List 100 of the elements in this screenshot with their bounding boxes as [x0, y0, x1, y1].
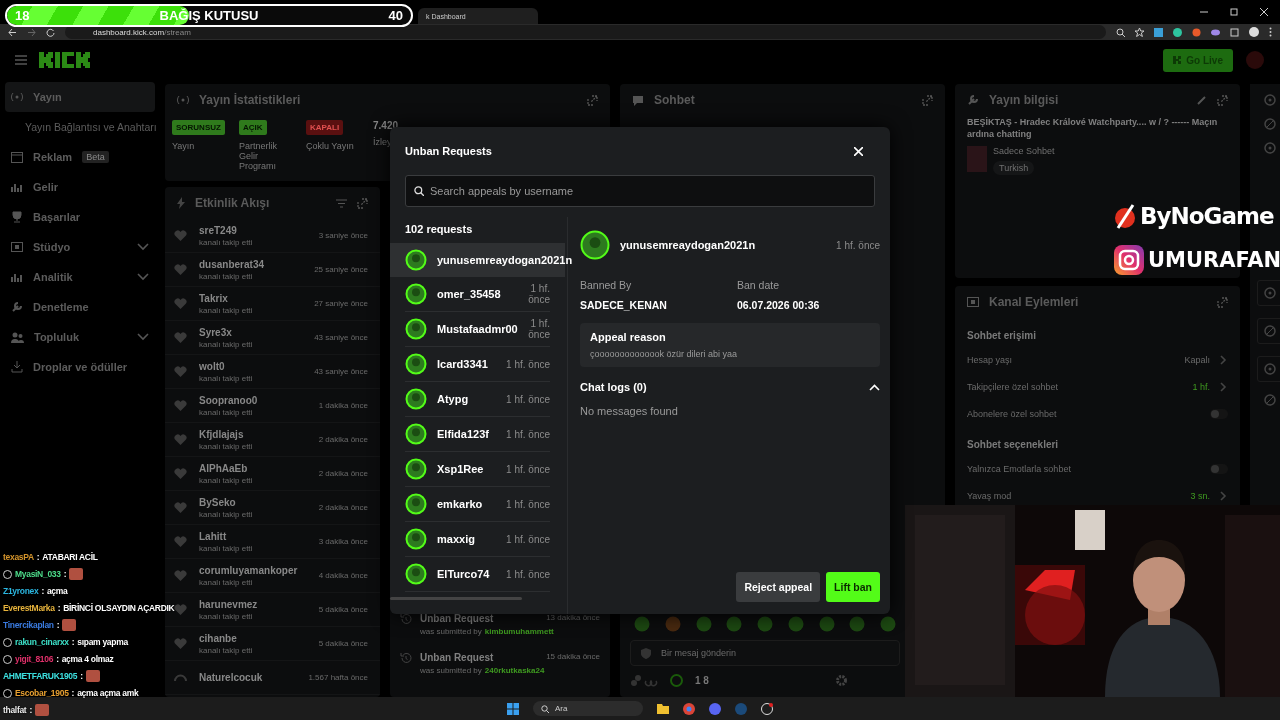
zoom-icon[interactable] — [1116, 27, 1125, 37]
emote-icon[interactable] — [787, 616, 804, 632]
back-icon[interactable] — [8, 27, 17, 37]
reload-icon[interactable] — [46, 27, 55, 37]
emote-icon[interactable] — [818, 616, 835, 632]
profile-icon[interactable] — [1249, 27, 1259, 37]
chat-separator: : — [56, 620, 60, 630]
instagram-handle: UMURAFAN — [1148, 248, 1280, 272]
message-field[interactable]: Bir mesaj gönderin — [630, 640, 900, 666]
appeal-label: Appeal reason — [590, 331, 667, 343]
rail-button[interactable] — [1257, 318, 1280, 344]
folder-icon[interactable] — [657, 703, 669, 714]
toggle-switch[interactable] — [1210, 408, 1228, 419]
request-item[interactable]: Icard3341 1 hf. önce — [405, 347, 550, 382]
toggle-switch[interactable] — [1210, 463, 1228, 474]
request-time: 1 hf. önce — [505, 428, 550, 440]
nav-label: Droplar ve ödüller — [33, 361, 128, 373]
request-item[interactable]: Mustafaadmr00 1 hf. önce — [405, 312, 550, 347]
user-link[interactable]: 240rkutkaska24 — [484, 666, 545, 675]
event-user: harunevmez — [199, 598, 259, 610]
chevron-up-icon[interactable] — [869, 383, 880, 391]
panel-title: Kanal Eylemleri — [989, 295, 1080, 309]
menu-icon[interactable] — [15, 55, 27, 65]
close-icon[interactable] — [1260, 8, 1268, 16]
heart-icon — [174, 399, 187, 412]
nav-label: Gelir — [33, 181, 59, 193]
setting-value: 1 hf. — [1192, 381, 1210, 392]
nav-item[interactable]: Reklam Beta — [5, 142, 155, 172]
address-field[interactable]: dashboard.kick.com/stream — [65, 25, 1106, 39]
chat-separator: : — [56, 654, 59, 664]
popout-icon[interactable] — [357, 197, 368, 209]
chat-separator: : — [63, 569, 67, 579]
record-app-icon[interactable] — [761, 702, 773, 715]
event-action: kanalı takip etti — [199, 339, 254, 349]
lightning-icon — [177, 197, 185, 209]
heart-icon — [174, 535, 187, 548]
close-button[interactable] — [852, 144, 865, 158]
event-action: kanalı takip etti — [199, 577, 254, 587]
request-item[interactable]: Xsp1Ree 1 hf. önce — [405, 452, 550, 487]
rail-button[interactable] — [1257, 280, 1280, 306]
request-username: Elfida123f — [437, 428, 489, 440]
search-field[interactable]: Search appeals by username — [405, 175, 875, 207]
browser-icon[interactable] — [683, 702, 695, 715]
chevron-icon — [1218, 490, 1228, 501]
request-item[interactable]: maxxig 1 hf. önce — [405, 522, 550, 557]
popout-icon[interactable] — [1217, 296, 1228, 308]
nav-label: Stüdyo — [33, 241, 71, 253]
emote-icon[interactable] — [726, 616, 743, 632]
beta-badge: Beta — [82, 151, 109, 163]
event-action: kanalı takip etti — [199, 407, 254, 417]
windows-icon[interactable] — [507, 702, 519, 715]
popout-icon[interactable] — [587, 94, 598, 106]
event-user: sreT249 — [199, 224, 238, 236]
crosshair-icon[interactable] — [1264, 142, 1276, 154]
star-icon[interactable] — [1135, 27, 1144, 37]
panel-title: Yayın İstatistikleri — [199, 93, 302, 107]
request-item[interactable]: omer_35458 1 hf. önce — [405, 277, 550, 312]
event-time: 1 dakika önce — [318, 401, 368, 410]
rail-button[interactable] — [1257, 356, 1280, 382]
close-icon — [854, 146, 863, 156]
chat-username: thalfat — [3, 705, 27, 715]
emote-icon[interactable] — [757, 616, 773, 632]
emote-icon[interactable] — [880, 616, 896, 632]
search-icon — [541, 704, 549, 713]
settings-icon[interactable] — [835, 674, 848, 687]
chat-app-icon[interactable] — [709, 702, 721, 715]
restore-icon[interactable] — [1230, 8, 1238, 16]
request-item[interactable]: Elfida123f 1 hf. önce — [405, 417, 550, 452]
stat-label: Yayın — [172, 141, 196, 151]
popout-icon[interactable] — [922, 94, 933, 106]
more-icon[interactable] — [1269, 27, 1272, 37]
event-time: 4 dakika önce — [318, 571, 368, 580]
chat-icon — [632, 94, 644, 106]
avatar — [405, 249, 427, 271]
setting-label: Yavaş mod — [967, 490, 1013, 501]
request-time: 1 hf. önce — [527, 318, 550, 340]
emote-icon[interactable] — [849, 616, 866, 632]
status-badge: KAPALI — [306, 120, 344, 135]
emote-icon[interactable] — [634, 616, 650, 632]
emote-icon[interactable] — [664, 616, 681, 632]
emote-icon[interactable] — [695, 616, 712, 632]
request-time: 1 hf. önce — [505, 358, 550, 370]
search-field[interactable]: Ara — [533, 701, 643, 716]
request-item[interactable]: ElTurco74 1 hf. önce — [405, 557, 550, 592]
puzzle-icon[interactable] — [1230, 27, 1239, 37]
reject-button[interactable]: Reject appeal — [736, 572, 821, 602]
stat-label: Partnerlik Gelir Programı — [239, 141, 278, 171]
lift-ban-button[interactable]: Lift ban — [826, 572, 880, 602]
setting-label: Abonelere özel sohbet — [967, 408, 1058, 419]
filter-icon[interactable] — [336, 198, 347, 208]
forward-icon[interactable] — [27, 27, 36, 37]
game-app-icon[interactable] — [735, 702, 747, 715]
user-link[interactable]: kimbumuhammett — [484, 627, 554, 636]
popout-icon[interactable] — [1217, 94, 1228, 106]
stream-title: BEŞİKTAŞ - Hradec Králové Watchparty.... w / ? ------ Maçın ardına chatting — [967, 116, 1219, 141]
request-item[interactable]: Atypg 1 hf. önce — [405, 382, 550, 417]
request-item[interactable]: emkarko 1 hf. önce — [405, 487, 550, 522]
nav-label: Topluluk — [34, 331, 79, 343]
section-title: Sohbet seçenekleri — [966, 437, 1060, 452]
minimize-icon[interactable] — [1200, 8, 1208, 16]
